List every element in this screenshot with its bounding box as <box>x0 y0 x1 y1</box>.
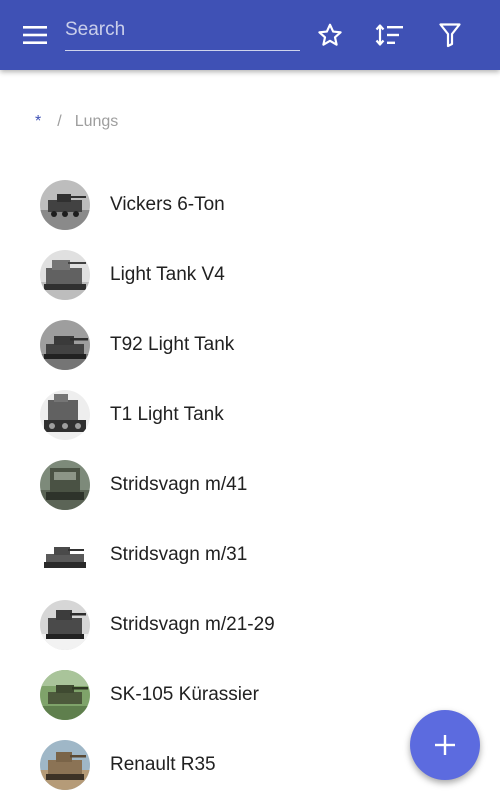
list-item-label: Stridsvagn m/21-29 <box>110 614 275 635</box>
list-item-label: Vickers 6-Ton <box>110 194 225 215</box>
breadcrumb-separator: / <box>57 113 62 130</box>
avatar <box>40 740 90 790</box>
avatar <box>40 390 90 440</box>
breadcrumb-root-link[interactable]: * <box>35 113 41 131</box>
menu-icon <box>23 26 47 44</box>
list-item-label: SK-105 Kürassier <box>110 684 259 705</box>
filter-button[interactable] <box>432 17 468 53</box>
list-item-label: Renault R35 <box>110 754 216 775</box>
sort-icon <box>375 24 403 46</box>
list-item-label: T1 Light Tank <box>110 404 224 425</box>
list-item[interactable]: Stridsvagn m/21-29 <box>0 590 500 660</box>
sort-button[interactable] <box>372 17 408 53</box>
favorites-button[interactable] <box>312 17 348 53</box>
top-app-bar <box>0 0 500 70</box>
list-item[interactable]: Vickers 6-Ton <box>0 170 500 240</box>
avatar <box>40 600 90 650</box>
plus-icon <box>435 735 455 755</box>
item-list: Vickers 6-Ton Light Tank V4 T92 Light Ta… <box>0 170 500 800</box>
avatar <box>40 530 90 580</box>
menu-button[interactable] <box>18 20 52 50</box>
list-item-label: Stridsvagn m/41 <box>110 474 248 495</box>
filter-icon <box>439 23 461 48</box>
list-item[interactable]: Light Tank V4 <box>0 240 500 310</box>
list-item[interactable]: Stridsvagn m/41 <box>0 450 500 520</box>
star-icon <box>318 23 342 46</box>
search-field <box>65 12 300 51</box>
avatar <box>40 670 90 720</box>
list-item-label: T92 Light Tank <box>110 334 235 355</box>
list-item[interactable]: Stridsvagn m/31 <box>0 520 500 590</box>
breadcrumb-current: Lungs <box>74 113 119 130</box>
avatar <box>40 460 90 510</box>
breadcrumb: * / Lungs <box>35 113 118 131</box>
avatar <box>40 320 90 370</box>
list-item-label: Stridsvagn m/31 <box>110 544 248 565</box>
list-item[interactable]: T1 Light Tank <box>0 380 500 450</box>
avatar <box>40 180 90 230</box>
search-input[interactable] <box>65 12 300 48</box>
add-button[interactable] <box>410 710 480 780</box>
list-item-label: Light Tank V4 <box>110 264 225 285</box>
list-item[interactable]: T92 Light Tank <box>0 310 500 380</box>
avatar <box>40 250 90 300</box>
app-screen: * / Lungs Vickers 6-Ton <box>0 0 500 800</box>
